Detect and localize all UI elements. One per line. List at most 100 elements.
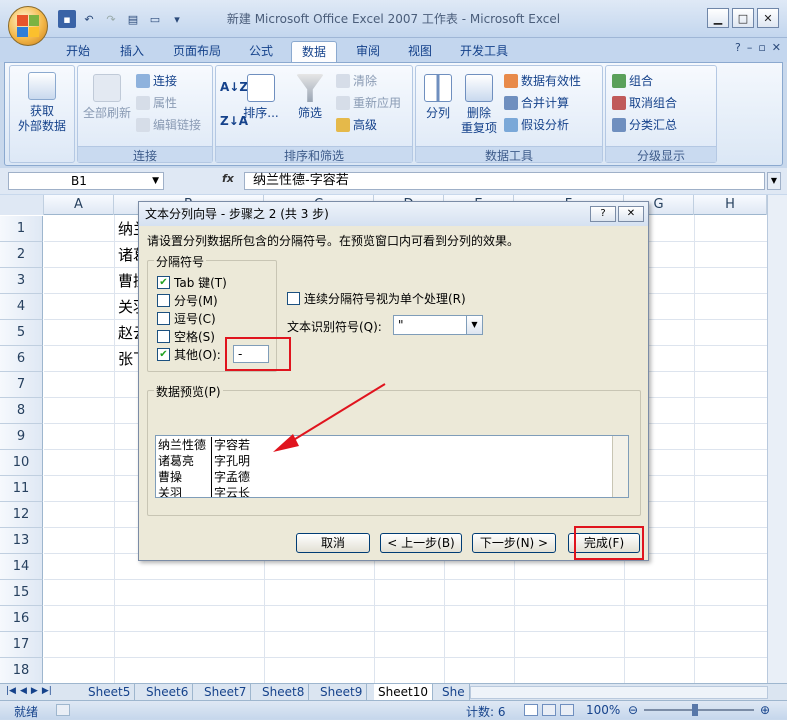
tab-formulas[interactable]: 公式 <box>239 41 283 62</box>
consolidate-button[interactable]: 合并计算 <box>504 94 569 111</box>
ribbon-restore-icon[interactable]: ▫ <box>758 41 765 54</box>
row-header[interactable]: 8 <box>0 398 43 424</box>
close-button[interactable]: ✕ <box>757 8 779 28</box>
sheet-tab[interactable]: Sheet9 <box>316 684 368 700</box>
name-box[interactable]: B1 ▼ <box>8 172 164 190</box>
row-header[interactable]: 14 <box>0 554 43 580</box>
tab-data[interactable]: 数据 <box>291 41 338 62</box>
semicolon-checkbox[interactable]: 分号(M) <box>157 292 218 309</box>
zoom-slider-thumb[interactable] <box>692 704 698 716</box>
vertical-scrollbar[interactable] <box>767 195 787 683</box>
data-validation-button[interactable]: 数据有效性 <box>504 72 581 89</box>
refresh-all-button[interactable]: 全部刷新 <box>80 74 134 121</box>
row-header[interactable]: 15 <box>0 580 43 606</box>
expand-formula-icon[interactable]: ▼ <box>767 172 781 190</box>
minimize-button[interactable]: ▁ <box>707 8 729 28</box>
filter-button[interactable]: 筛选 <box>292 74 328 121</box>
page-break-view-icon[interactable] <box>560 704 574 716</box>
page-layout-view-icon[interactable] <box>542 704 556 716</box>
comma-checkbox[interactable]: 逗号(C) <box>157 310 216 327</box>
row-header[interactable]: 5 <box>0 320 43 346</box>
reapply-button[interactable]: 重新应用 <box>336 94 401 111</box>
row-header[interactable]: 2 <box>0 242 43 268</box>
tab-view[interactable]: 视图 <box>398 41 442 62</box>
row-header[interactable]: 18 <box>0 658 43 684</box>
dialog-close-button[interactable]: ✕ <box>618 206 644 222</box>
zoom-out-icon[interactable]: ⊖ <box>628 703 638 717</box>
help-icon[interactable]: ? <box>735 41 741 54</box>
next-button[interactable]: 下一步(N) > <box>472 533 556 553</box>
advanced-button[interactable]: 高级 <box>336 116 377 133</box>
tab-checkbox[interactable]: ✔ Tab 键(T) <box>157 274 227 291</box>
sheet-tab-active[interactable]: Sheet10 <box>374 684 433 700</box>
group-button[interactable]: 组合 <box>612 72 653 89</box>
tab-home[interactable]: 开始 <box>56 41 100 62</box>
row-header[interactable]: 9 <box>0 424 43 450</box>
data-preview[interactable]: 纳兰性德 字容若 诸葛亮 字孔明 曹操 字孟德 关羽 字云长 <box>155 435 629 498</box>
normal-view-icon[interactable] <box>524 704 538 716</box>
next-sheet-icon[interactable]: ▶ <box>31 686 38 696</box>
select-all-corner[interactable] <box>0 195 44 215</box>
office-button[interactable] <box>8 6 48 46</box>
tab-review[interactable]: 审阅 <box>346 41 390 62</box>
space-checkbox-label: 空格(S) <box>174 330 215 344</box>
sheet-tab[interactable]: She <box>438 684 470 700</box>
row-header[interactable]: 3 <box>0 268 43 294</box>
row-header[interactable]: 1 <box>0 216 43 242</box>
properties-button[interactable]: 属性 <box>136 94 177 111</box>
back-button[interactable]: < 上一步(B) <box>380 533 462 553</box>
edit-links-button[interactable]: 编辑链接 <box>136 116 201 133</box>
dialog-help-button[interactable]: ? <box>590 206 616 222</box>
maximize-button[interactable]: □ <box>732 8 754 28</box>
macro-record-icon[interactable] <box>56 704 70 716</box>
tab-page-layout[interactable]: 页面布局 <box>163 41 231 62</box>
row-header[interactable]: 10 <box>0 450 43 476</box>
tab-insert[interactable]: 插入 <box>110 41 154 62</box>
clear-label: 清除 <box>353 74 378 88</box>
chevron-down-icon[interactable]: ▼ <box>152 173 159 189</box>
sheet-tab[interactable]: Sheet8 <box>258 684 310 700</box>
ribbon-close-icon[interactable]: ✕ <box>772 41 781 54</box>
row-header[interactable]: 13 <box>0 528 43 554</box>
row-header[interactable]: 6 <box>0 346 43 372</box>
sheet-tab[interactable]: Sheet7 <box>200 684 252 700</box>
sort-dialog-icon <box>247 74 275 102</box>
last-sheet-icon[interactable]: ▶| <box>42 686 52 696</box>
other-checkbox[interactable]: ✔ 其他(O): <box>157 346 221 363</box>
row-header[interactable]: 11 <box>0 476 43 502</box>
row-header[interactable]: 12 <box>0 502 43 528</box>
cancel-button[interactable]: 取消 <box>296 533 370 553</box>
consecutive-delimiters-checkbox[interactable]: 连续分隔符号视为单个处理(R) <box>287 290 466 307</box>
clear-button[interactable]: 清除 <box>336 72 377 89</box>
text-qualifier-select[interactable]: " ▼ <box>393 315 483 335</box>
chevron-down-icon[interactable]: ▼ <box>466 316 482 334</box>
text-to-columns-button[interactable]: 分列 <box>420 74 456 121</box>
subtotal-button[interactable]: 分类汇总 <box>612 116 677 133</box>
sheet-tab[interactable]: Sheet5 <box>84 684 136 700</box>
sheet-tab[interactable]: Sheet6 <box>142 684 194 700</box>
formula-input[interactable]: 纳兰性德-字容若 <box>244 172 765 190</box>
zoom-slider[interactable] <box>644 709 754 711</box>
sort-button[interactable]: 排序... <box>242 74 280 121</box>
connections-button[interactable]: 连接 <box>136 72 177 89</box>
row-header[interactable]: 4 <box>0 294 43 320</box>
horizontal-scrollbar[interactable] <box>470 686 768 699</box>
column-header-a[interactable]: A <box>44 195 114 215</box>
row-header[interactable]: 17 <box>0 632 43 658</box>
row-header[interactable]: 7 <box>0 372 43 398</box>
prev-sheet-icon[interactable]: ◀ <box>20 686 27 696</box>
tab-developer[interactable]: 开发工具 <box>450 41 518 62</box>
ribbon-minimize-icon[interactable]: – <box>747 41 753 54</box>
first-sheet-icon[interactable]: |◀ <box>6 686 16 696</box>
remove-duplicates-button[interactable]: 删除 重复项 <box>460 74 498 136</box>
column-header-h[interactable]: H <box>694 195 767 215</box>
zoom-level[interactable]: 100% <box>586 703 620 717</box>
preview-scrollbar[interactable] <box>612 436 628 497</box>
what-if-button[interactable]: 假设分析 <box>504 116 569 133</box>
space-checkbox[interactable]: 空格(S) <box>157 328 215 345</box>
row-header[interactable]: 16 <box>0 606 43 632</box>
zoom-in-icon[interactable]: ⊕ <box>760 703 770 717</box>
ungroup-button[interactable]: 取消组合 <box>612 94 677 111</box>
get-external-data-button[interactable]: 获取 外部数据 <box>14 72 70 134</box>
insert-function-icon[interactable]: fx <box>222 172 234 185</box>
